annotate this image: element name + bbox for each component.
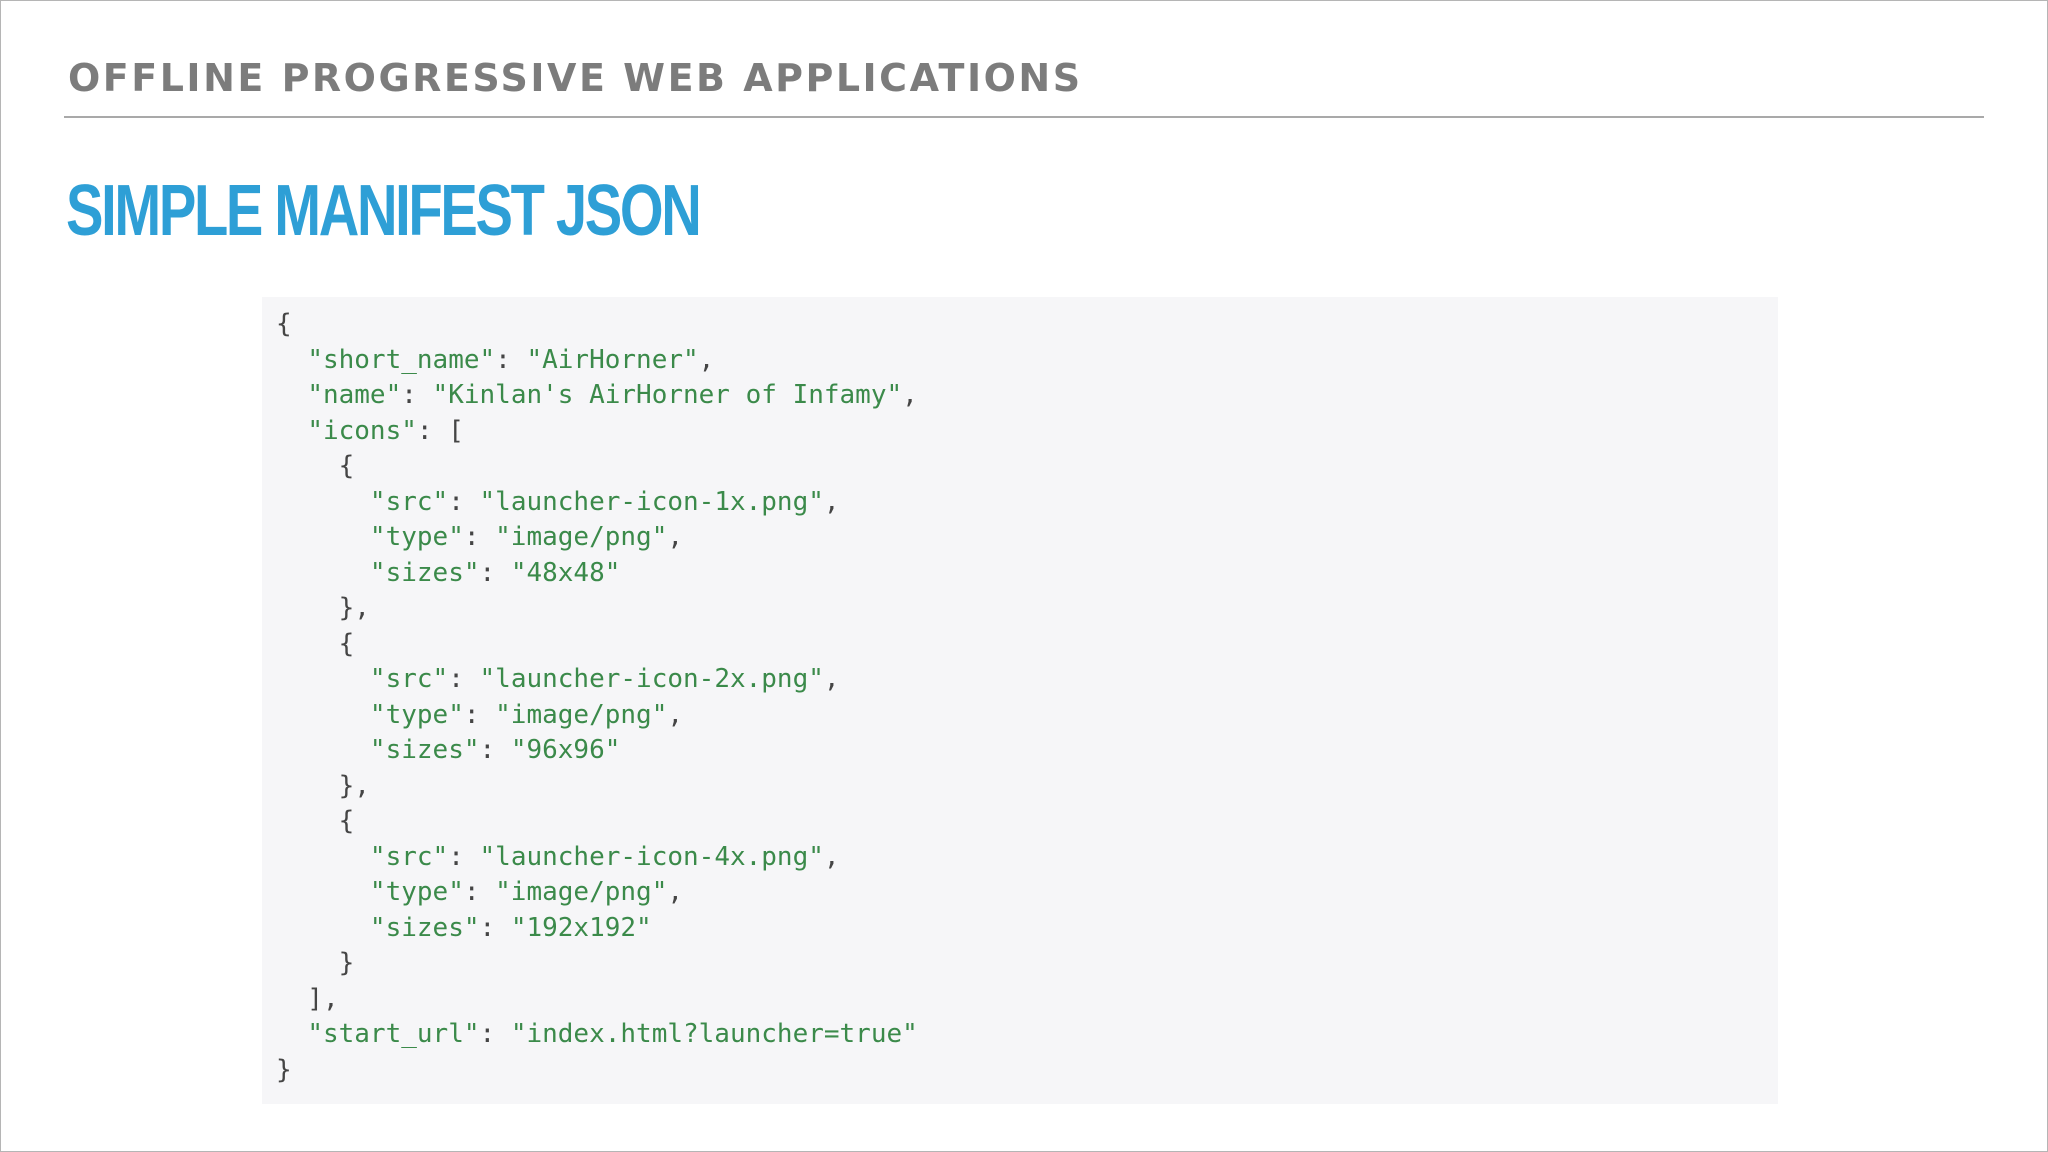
- code-string: "Kinlan's AirHorner of Infamy": [432, 380, 903, 410]
- code-string: "src": [369, 841, 449, 872]
- code-line: {: [276, 451, 355, 481]
- code-punctuation: :: [448, 664, 480, 694]
- code-line: },: [276, 771, 370, 801]
- code-punctuation: [276, 735, 370, 765]
- code-punctuation: ,: [823, 664, 840, 694]
- code-punctuation: [276, 700, 370, 730]
- code-line: "start_url": "index.html?launcher=true": [276, 1019, 918, 1049]
- code-string: "short_name": [307, 344, 496, 375]
- code-punctuation: : [: [416, 415, 464, 446]
- code-line: "sizes": "96x96": [276, 735, 620, 765]
- code-punctuation: [276, 558, 370, 588]
- code-punctuation: },: [276, 593, 370, 623]
- code-line: "type": "image/png",: [276, 522, 683, 552]
- code-string: "sizes": [369, 735, 480, 765]
- code-punctuation: ,: [823, 486, 840, 517]
- code-string: "sizes": [369, 912, 480, 943]
- code-string: "sizes": [369, 557, 480, 588]
- code-string: "index.html?launcher=true": [510, 1019, 918, 1049]
- code-punctuation: :: [448, 486, 480, 517]
- code-string: "launcher-icon-2x.png": [479, 664, 824, 694]
- code-string: "src": [369, 486, 449, 517]
- code-string: "launcher-icon-4x.png": [479, 841, 824, 872]
- code-line: "src": "launcher-icon-1x.png",: [276, 487, 840, 517]
- code-punctuation: :: [479, 912, 511, 943]
- code-string: "image/png": [495, 877, 668, 907]
- code-string: "src": [369, 664, 449, 694]
- code-string: "48x48": [510, 557, 621, 588]
- header-divider: [64, 116, 1984, 118]
- code-punctuation: [276, 877, 370, 907]
- code-line: "src": "launcher-icon-4x.png",: [276, 842, 840, 872]
- code-line: "sizes": "192x192": [276, 913, 652, 943]
- code-string: "name": [307, 380, 402, 410]
- code-punctuation: :: [463, 877, 496, 907]
- code-line: "type": "image/png",: [276, 700, 683, 730]
- code-punctuation: :: [479, 557, 511, 588]
- code-punctuation: ,: [698, 344, 715, 375]
- code-punctuation: [276, 380, 307, 410]
- code-line: {: [276, 309, 292, 339]
- code-punctuation: {: [276, 451, 355, 481]
- code-punctuation: }: [276, 1054, 292, 1085]
- code-line: }: [276, 948, 355, 978]
- code-line: "sizes": "48x48": [276, 558, 620, 588]
- code-line: {: [276, 806, 355, 836]
- code-string: "icons": [307, 415, 417, 446]
- section-title: OFFLINE PROGRESSIVE WEB APPLICATIONS: [68, 56, 1083, 100]
- code-punctuation: [276, 522, 370, 552]
- code-string: "AirHorner": [526, 344, 699, 375]
- code-punctuation: [276, 913, 370, 943]
- code-punctuation: {: [276, 628, 355, 659]
- code-punctuation: :: [479, 1019, 511, 1049]
- code-punctuation: ,: [667, 522, 683, 552]
- code-punctuation: [276, 345, 307, 375]
- code-string: "launcher-icon-1x.png": [479, 486, 824, 517]
- code-string: "image/png": [495, 699, 668, 730]
- code-punctuation: :: [401, 380, 433, 410]
- code-punctuation: ,: [823, 841, 840, 872]
- code-string: "192x192": [510, 912, 652, 943]
- code-punctuation: ,: [667, 699, 683, 730]
- code-string: "type": [369, 877, 464, 907]
- code-punctuation: [276, 664, 370, 694]
- code-line: {: [276, 628, 355, 659]
- code-block: { "short_name": "AirHorner", "name": "Ki…: [262, 297, 1778, 1104]
- code-punctuation: ],: [276, 983, 339, 1014]
- code-punctuation: {: [276, 309, 292, 339]
- code-punctuation: :: [495, 344, 527, 375]
- code-punctuation: [276, 842, 370, 872]
- code-punctuation: :: [448, 841, 480, 872]
- slide-title: SIMPLE MANIFEST JSON: [66, 171, 702, 251]
- code-punctuation: [276, 487, 370, 517]
- code-line: "src": "launcher-icon-2x.png",: [276, 664, 840, 694]
- code-punctuation: {: [276, 806, 355, 836]
- code-string: "type": [369, 699, 464, 730]
- code-line: "short_name": "AirHorner",: [276, 345, 714, 375]
- code-string: "start_url": [307, 1019, 480, 1049]
- code-string: "image/png": [495, 522, 668, 552]
- code-punctuation: :: [479, 735, 511, 765]
- code-punctuation: :: [463, 699, 496, 730]
- code-line: },: [276, 593, 370, 623]
- manifest-json-code: { "short_name": "AirHorner", "name": "Ki…: [276, 307, 918, 1088]
- code-line: }: [276, 1055, 292, 1085]
- code-line: ],: [276, 983, 339, 1014]
- code-line: "icons": [: [276, 416, 464, 446]
- code-string: "96x96": [510, 735, 621, 765]
- code-punctuation: [276, 416, 307, 446]
- code-line: "type": "image/png",: [276, 877, 683, 907]
- code-punctuation: ,: [902, 380, 918, 410]
- code-punctuation: },: [276, 770, 370, 801]
- code-punctuation: [276, 1019, 307, 1049]
- code-punctuation: ,: [667, 877, 683, 907]
- code-punctuation: }: [276, 948, 355, 978]
- code-line: "name": "Kinlan's AirHorner of Infamy",: [276, 380, 918, 410]
- code-punctuation: :: [463, 522, 496, 552]
- code-string: "type": [369, 522, 464, 552]
